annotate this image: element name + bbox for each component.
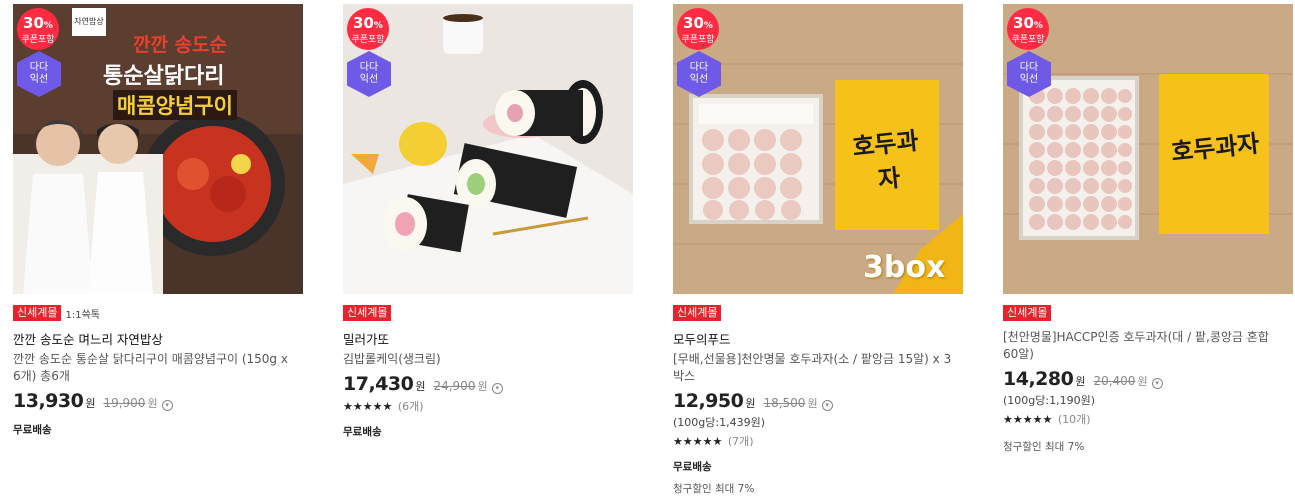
info-circle-icon[interactable]: ▾ <box>821 400 833 411</box>
mall-tag: 신세계몰 <box>673 305 722 321</box>
dada-label: 다다 <box>359 62 379 73</box>
unit-price: (100g당:1,190원) <box>1003 394 1095 407</box>
sale-price: 14,280 <box>1003 368 1074 390</box>
product-card[interactable]: 호두과자 30% 쿠폰포함 다다 익선 신세계몰 [천안명물]HACCP인증 호… <box>1003 4 1295 454</box>
coupon-label: 쿠폰포함 <box>351 35 385 45</box>
discount-unit: % <box>1033 21 1043 31</box>
shipping-info: 무료배송 <box>13 424 52 436</box>
discount-badge: 30% 쿠폰포함 <box>1007 8 1049 50</box>
product-brand[interactable]: 모두의푸드 <box>673 329 973 348</box>
discount-badge: 30% 쿠폰포함 <box>677 8 719 50</box>
dada-label: 다다 <box>29 62 49 73</box>
product-image[interactable]: 호두과자 30% 쿠폰포함 다다 익선 <box>1003 4 1293 294</box>
currency-unit: 원 <box>1137 375 1148 388</box>
box-label: 호두과자 <box>851 126 920 194</box>
unit-price: (100g당:1,439원) <box>673 416 765 429</box>
original-price: 18,500 <box>763 396 806 410</box>
dada-label: 익선 <box>359 74 379 85</box>
currency-unit: 원 <box>1075 375 1086 388</box>
mall-tag: 신세계몰 <box>1003 305 1052 321</box>
discount-value: 30 <box>683 14 704 32</box>
dada-label: 다다 <box>1019 62 1039 73</box>
image-overlay-text: 3box <box>863 250 946 285</box>
image-headline-1: 깐깐 송도순 <box>133 34 228 56</box>
mall-tag: 신세계몰 <box>343 305 392 321</box>
product-card[interactable]: 호두과자 3box 30% 쿠폰포함 다다 익선 신세계몰 모두의푸드 [무배,… <box>673 4 973 496</box>
currency-unit: 원 <box>415 380 426 393</box>
dada-label: 익선 <box>29 74 49 85</box>
product-image[interactable]: 30% 쿠폰포함 다다 익선 <box>343 4 633 294</box>
billing-discount: 청구할인 최대 7% <box>673 483 755 495</box>
discount-unit: % <box>43 21 53 31</box>
star-icon: ★★★★★ <box>673 435 723 448</box>
original-price: 20,400 <box>1093 374 1136 388</box>
product-name[interactable]: 김밥롤케익(생크림) <box>343 351 627 368</box>
currency-unit: 원 <box>85 397 96 410</box>
image-headline-3: 매콤양념구이 <box>113 90 237 120</box>
info-circle-icon[interactable]: ▾ <box>491 383 503 394</box>
chat-tag[interactable]: 1:1쓱톡 <box>65 306 100 321</box>
product-image[interactable]: 자연밥상 깐깐 송도순 통순살닭다리 매콤양념구이 30% 쿠폰포함 다다 익선 <box>13 4 303 294</box>
discount-unit: % <box>373 21 383 31</box>
dada-label: 다다 <box>689 62 709 73</box>
coupon-label: 쿠폰포함 <box>21 35 55 45</box>
dada-label: 익선 <box>689 74 709 85</box>
rating: ★★★★★ (6개) <box>343 398 643 414</box>
currency-unit: 원 <box>147 397 158 410</box>
brand-logo: 자연밥상 <box>72 8 106 36</box>
review-count[interactable]: (7개) <box>728 435 754 448</box>
info-circle-icon[interactable]: ▾ <box>161 400 173 411</box>
product-name[interactable]: [무배,선물용]천안명물 호두과자(소 / 팥앙금 15알) x 3박스 <box>673 351 957 385</box>
dada-label: 익선 <box>1019 74 1039 85</box>
shipping-info: 무료배송 <box>343 426 382 438</box>
billing-discount: 청구할인 최대 7% <box>1003 441 1085 453</box>
shipping-info: 무료배송 <box>673 461 712 473</box>
discount-badge: 30% 쿠폰포함 <box>347 8 389 50</box>
currency-unit: 원 <box>477 380 488 393</box>
sale-price: 13,930 <box>13 390 84 412</box>
rating: ★★★★★ (10개) <box>1003 411 1295 427</box>
product-brand[interactable]: 깐깐 송도순 며느리 자연밥상 <box>13 329 313 348</box>
product-card[interactable]: 30% 쿠폰포함 다다 익선 신세계몰 밀러가또 김밥롤케익(생크림) 17,4… <box>343 4 643 439</box>
original-price: 19,900 <box>103 396 146 410</box>
product-name[interactable]: [천안명물]HACCP인증 호두과자(대 / 팥,콩앙금 혼합 60알) <box>1003 329 1287 363</box>
sale-price: 17,430 <box>343 373 414 395</box>
discount-badge: 30% 쿠폰포함 <box>17 8 59 50</box>
info-circle-icon[interactable]: ▾ <box>1151 378 1163 389</box>
currency-unit: 원 <box>807 397 818 410</box>
coupon-label: 쿠폰포함 <box>1011 35 1045 45</box>
rating: ★★★★★ (7개) <box>673 433 973 449</box>
star-icon: ★★★★★ <box>343 400 393 413</box>
discount-unit: % <box>703 21 713 31</box>
product-image[interactable]: 호두과자 3box 30% 쿠폰포함 다다 익선 <box>673 4 963 294</box>
star-icon: ★★★★★ <box>1003 413 1053 426</box>
product-photo <box>343 4 633 294</box>
sale-price: 12,950 <box>673 390 744 412</box>
product-brand[interactable]: 밀러가또 <box>343 329 643 348</box>
product-name[interactable]: 깐깐 송도순 통순살 닭다리구이 매콤양념구이 (150g x 6개) 총6개 <box>13 351 297 385</box>
discount-value: 30 <box>353 14 374 32</box>
original-price: 24,900 <box>433 379 476 393</box>
discount-value: 30 <box>23 14 44 32</box>
review-count[interactable]: (10개) <box>1058 413 1091 426</box>
discount-value: 30 <box>1013 14 1034 32</box>
currency-unit: 원 <box>745 397 756 410</box>
review-count[interactable]: (6개) <box>398 400 424 413</box>
mall-tag: 신세계몰 <box>13 305 62 321</box>
product-card[interactable]: 자연밥상 깐깐 송도순 통순살닭다리 매콤양념구이 30% 쿠폰포함 다다 익선… <box>13 4 313 437</box>
image-headline-2: 통순살닭다리 <box>103 64 225 89</box>
coupon-label: 쿠폰포함 <box>681 35 715 45</box>
